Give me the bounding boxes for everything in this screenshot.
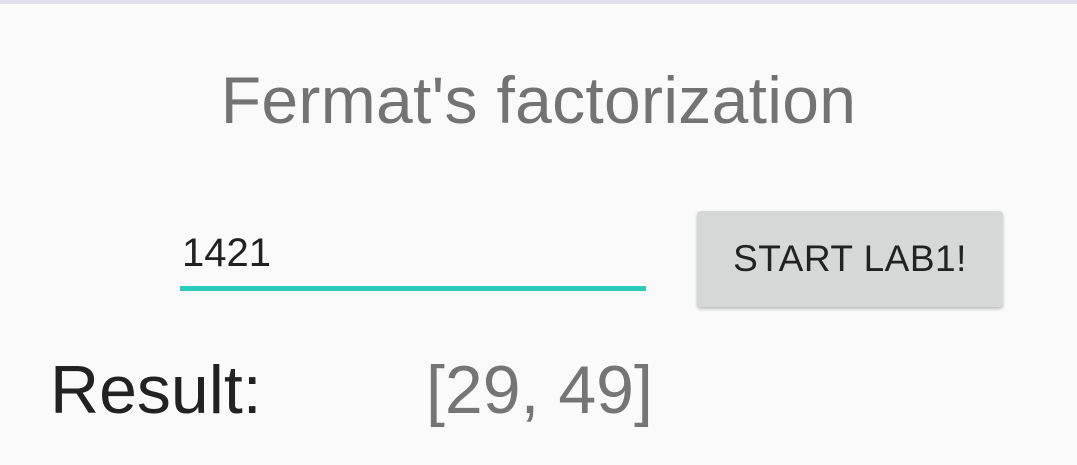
- page-title: Fermat's factorization: [220, 63, 857, 137]
- status-bar-edge: [0, 0, 1077, 4]
- result-value: [29, 49]: [426, 352, 653, 428]
- start-lab1-button[interactable]: START LAB1!: [697, 211, 1003, 307]
- result-label: Result:: [50, 352, 262, 428]
- number-input[interactable]: [180, 222, 646, 284]
- input-underline: [180, 286, 646, 291]
- number-field[interactable]: [180, 222, 646, 294]
